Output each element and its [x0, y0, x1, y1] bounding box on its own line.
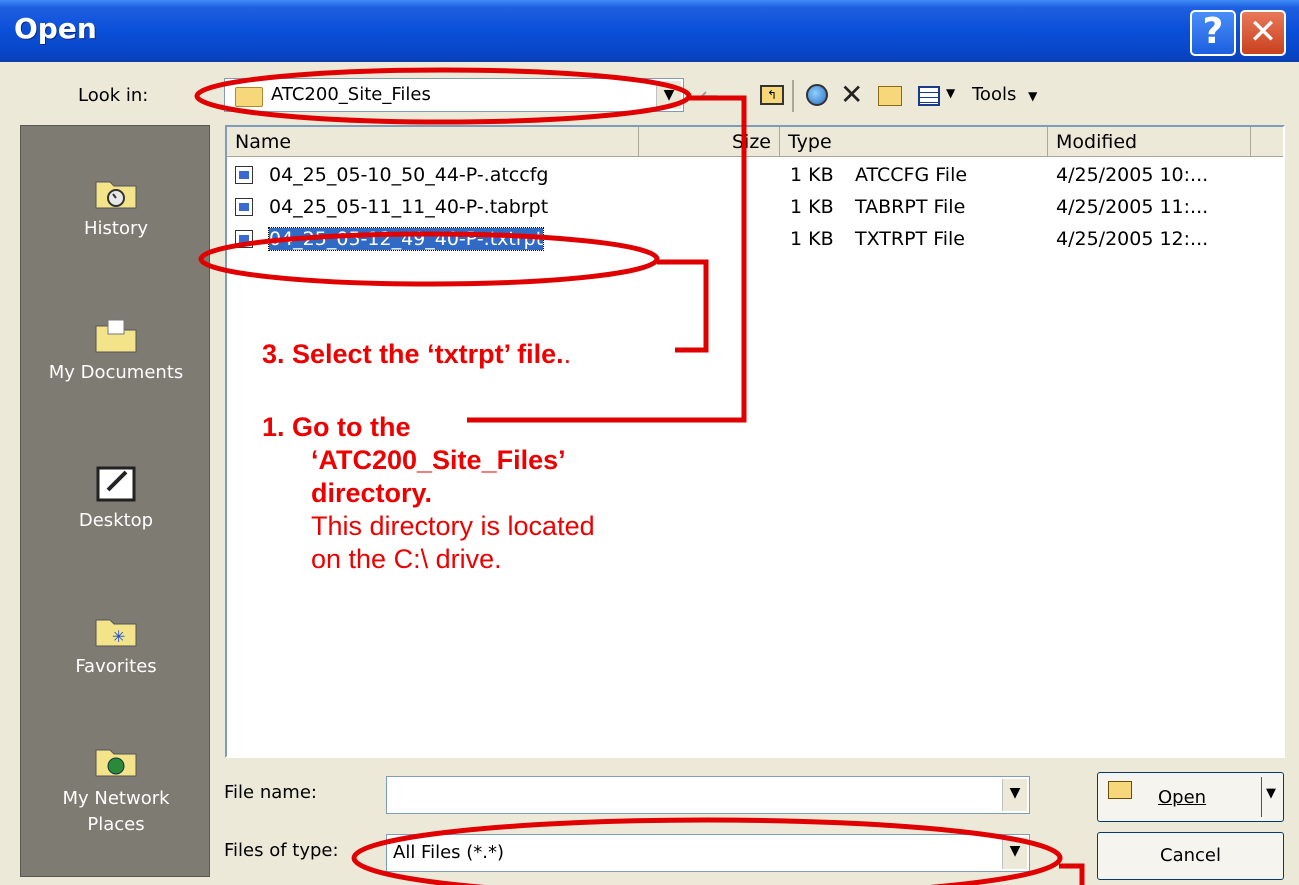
file-type: ATCCFG File — [855, 164, 968, 186]
tools-menu[interactable]: Tools ▼ — [972, 84, 1037, 105]
filename-label: File name: — [224, 782, 317, 803]
file-modified: 4/25/2005 11:... — [1056, 196, 1209, 218]
filetype-value: All Files (*.*) — [393, 842, 505, 863]
network-places-icon — [95, 749, 137, 777]
place-desktop[interactable]: Desktop — [21, 466, 211, 531]
filetype-dropdown-arrow[interactable]: ▼ — [1002, 837, 1027, 869]
window-title: Open — [14, 12, 97, 45]
annotation-step1-line5: on the C:\ drive. — [311, 544, 502, 574]
file-name: 04_25_05-11_11_40-P-.tabrpt — [269, 196, 549, 218]
filename-dropdown-arrow[interactable]: ▼ — [1002, 779, 1027, 811]
lookin-label: Look in: — [78, 85, 149, 106]
cancel-button[interactable]: Cancel — [1097, 832, 1284, 880]
file-name: 04_25_05-10_50_44-P-.atccfg — [269, 164, 549, 186]
desktop-icon — [96, 466, 136, 502]
file-modified: 4/25/2005 10:... — [1056, 164, 1209, 186]
column-header-size[interactable]: Size — [639, 127, 780, 157]
table-row-selected[interactable]: 04_25_05-12_49_40-P-.txtrpt 1 KB TXTRPT … — [227, 223, 1283, 255]
place-my-network-places[interactable]: My Network Places — [21, 742, 211, 838]
lookin-dropdown-arrow[interactable]: ▼ — [656, 81, 681, 109]
open-button[interactable]: Open ▼ — [1097, 772, 1284, 822]
back-icon[interactable]: ← — [700, 84, 718, 109]
table-row[interactable]: 04_25_05-10_50_44-P-.atccfg 1 KB ATCCFG … — [227, 159, 1283, 191]
svg-text:✳: ✳ — [112, 627, 125, 646]
folder-icon — [235, 87, 263, 107]
history-icon — [95, 181, 137, 209]
my-documents-icon — [95, 319, 137, 353]
favorites-icon: ✳ — [95, 619, 137, 647]
open-split-divider — [1261, 777, 1262, 817]
file-type: TABRPT File — [855, 196, 966, 218]
file-size: 1 KB — [790, 228, 834, 250]
lookin-value: ATC200_Site_Files — [271, 84, 431, 105]
file-size: 1 KB — [790, 164, 834, 186]
annotation-step1-line2: ‘ATC200_Site_Files’ — [311, 445, 566, 475]
places-bar: History My Documents Desktop ✳ Favorites… — [20, 125, 210, 877]
place-label: History — [83, 218, 149, 239]
place-label: Favorites — [75, 656, 157, 677]
place-label: Desktop — [78, 510, 154, 531]
column-header-name[interactable]: Name — [227, 127, 639, 157]
annotation-step1: 1. Go to the ‘ATC200_Site_Files’ directo… — [262, 411, 595, 576]
toolbar: ← ↰ ✕ ▼ Tools ▼ — [700, 78, 1100, 114]
annotation-step1-line3: directory. — [311, 478, 433, 508]
file-type: TXTRPT File — [855, 228, 965, 250]
filename-input[interactable]: ▼ — [386, 776, 1030, 814]
annotation-step3: 3. Select the ‘txtrpt’ file.. — [262, 339, 572, 369]
lookin-combo[interactable]: ATC200_Site_Files ▼ — [224, 78, 684, 112]
search-web-icon[interactable] — [806, 84, 828, 106]
place-label: My Network Places — [62, 788, 170, 835]
delete-icon[interactable]: ✕ — [840, 78, 863, 111]
views-icon[interactable] — [918, 86, 940, 106]
views-dropdown-arrow[interactable]: ▼ — [946, 86, 955, 100]
file-name: 04_25_05-12_49_40-P-.txtrpt — [267, 227, 545, 251]
tools-dropdown-arrow: ▼ — [1028, 89, 1038, 103]
place-history[interactable]: History — [21, 174, 211, 239]
column-header-type[interactable]: Type — [780, 127, 1048, 157]
open-dialog: Open ? ✕ Look in: ATC200_Site_Files ▼ ← … — [0, 0, 1299, 885]
annotation-step1-line4: This directory is located — [311, 511, 595, 541]
up-folder-icon[interactable]: ↰ — [760, 85, 784, 105]
column-header-modified[interactable]: Modified — [1048, 127, 1251, 157]
filetype-label: Files of type: — [224, 840, 339, 861]
tools-label: Tools — [972, 84, 1017, 105]
place-my-documents[interactable]: My Documents — [21, 318, 211, 383]
close-button[interactable]: ✕ — [1240, 10, 1286, 56]
new-folder-icon[interactable] — [878, 86, 902, 106]
file-size: 1 KB — [790, 196, 834, 218]
file-modified: 4/25/2005 12:... — [1056, 228, 1209, 250]
table-row[interactable]: 04_25_05-11_11_40-P-.tabrpt 1 KB TABRPT … — [227, 191, 1283, 223]
place-label: My Documents — [48, 362, 184, 383]
title-bar: Open ? ✕ — [0, 0, 1299, 62]
help-button[interactable]: ? — [1190, 10, 1236, 56]
annotation-step1-line1: 1. Go to the — [262, 412, 411, 442]
open-dropdown-arrow[interactable]: ▼ — [1266, 786, 1276, 801]
column-header-filler — [1251, 127, 1283, 157]
place-favorites[interactable]: ✳ Favorites — [21, 612, 211, 677]
open-folder-icon — [1108, 781, 1132, 799]
filetype-select[interactable]: All Files (*.*) ▼ — [386, 834, 1030, 872]
open-button-label: Open — [1158, 787, 1207, 808]
toolbar-separator — [792, 80, 794, 112]
